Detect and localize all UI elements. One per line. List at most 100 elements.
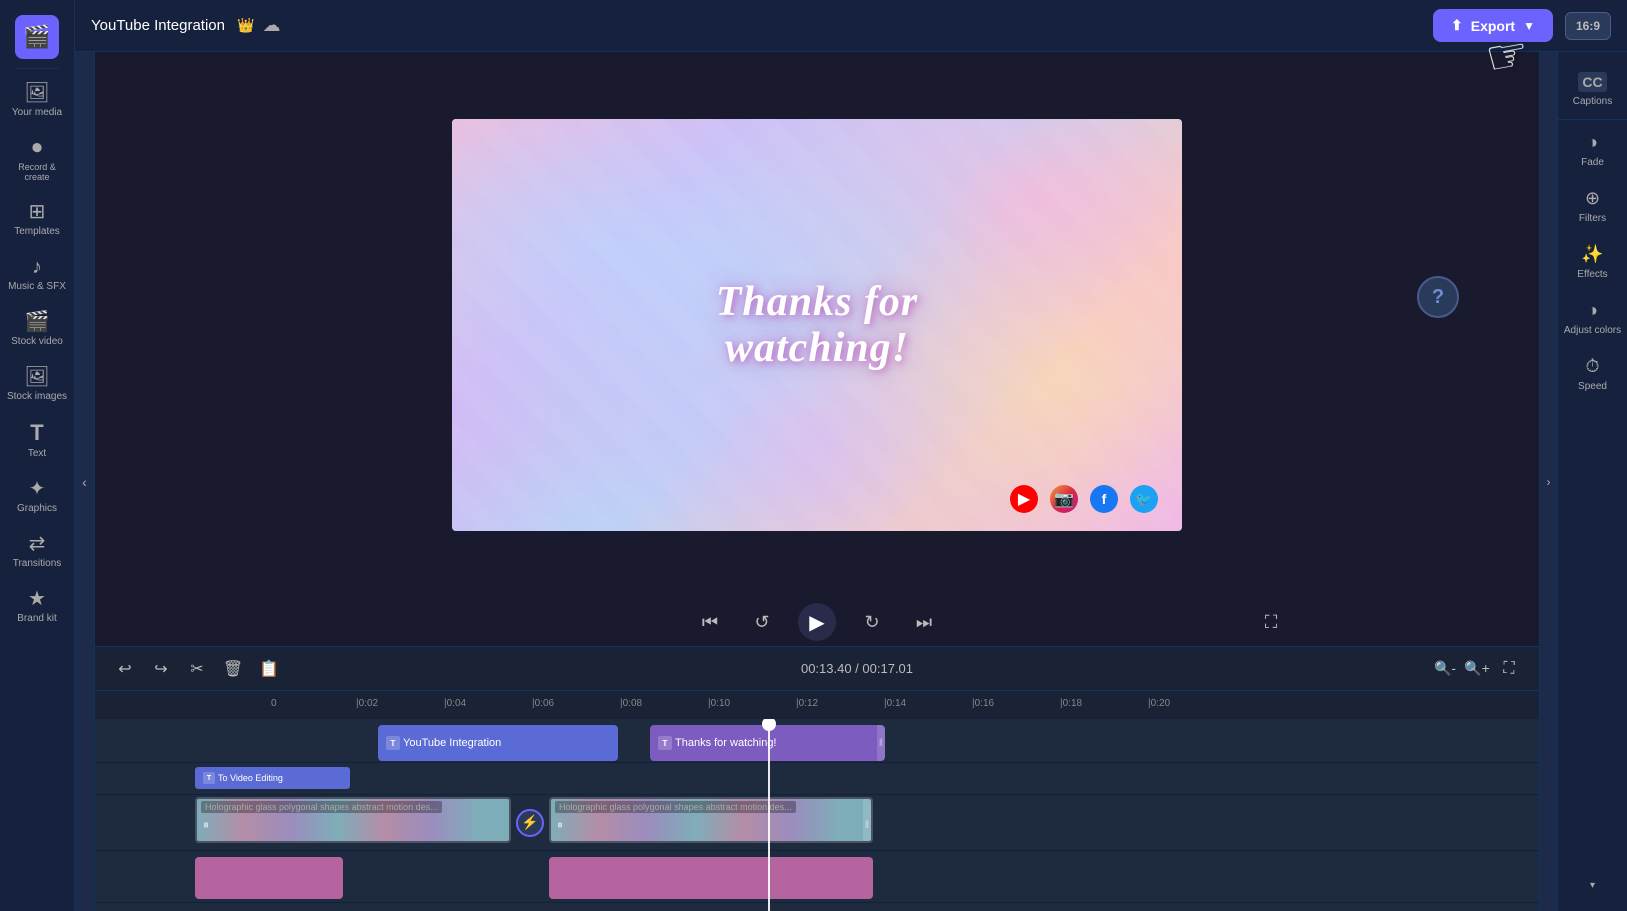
clip-label-2: Thanks for watching! <box>675 737 777 749</box>
track-row-text: T YouTube Integration T Thanks for watch… <box>95 719 1539 763</box>
main-area: YouTube Integration 👑 ☁ ⬆ Export ▼ ☞ 16:… <box>75 0 1627 911</box>
forward-5-button[interactable]: ↻ <box>856 606 888 638</box>
cloud-icon: ☁ <box>262 15 280 36</box>
aspect-ratio-badge[interactable]: 16:9 <box>1565 12 1611 40</box>
ruler-mark-0: 0 <box>271 698 356 713</box>
sidebar-label-music-sfx: Music & SFX <box>8 281 66 292</box>
redo-icon: ↪ <box>154 659 167 679</box>
effects-icon: ✨ <box>1581 244 1603 265</box>
export-up-icon: ⬆ <box>1451 17 1463 34</box>
zoom-in-button[interactable]: 🔍+ <box>1463 655 1491 683</box>
captions-label: Captions <box>1573 96 1612 107</box>
right-panel: CC Captions ◑ Fade ⊕ Filters ✨ Effects ◑… <box>1557 52 1627 911</box>
video-clip-1-label: Holographic glass polygonal shapes abstr… <box>201 801 442 813</box>
header-right: ⬆ Export ▼ ☞ 16:9 <box>1433 9 1611 42</box>
pause-icon-2: ⏸ <box>557 818 563 833</box>
skip-forward-button[interactable]: ⏭ <box>908 606 940 638</box>
undo-icon: ↩ <box>118 659 131 679</box>
forward-5-icon: ↻ <box>864 612 879 633</box>
sidebar-item-graphics[interactable]: ✦ Graphics <box>0 469 74 524</box>
sidebar-item-brand-kit[interactable]: ★ Brand kit <box>0 579 74 634</box>
ruler-marks: 0 |0:02 |0:04 |0:06 |0:08 |0:10 |0:12 |0… <box>271 698 1236 713</box>
facebook-icon: f <box>1090 485 1118 513</box>
track-row-pink <box>95 851 1539 903</box>
graphics-icon: ✦ <box>29 479 46 499</box>
clip-resize-handle[interactable]: ‖ <box>877 725 885 761</box>
collapse-left-button[interactable]: ‹ <box>75 52 95 911</box>
youtube-icon: ▶ <box>1010 485 1038 513</box>
fullscreen-icon: ⛶ <box>1265 612 1278 633</box>
right-panel-adjust-colors[interactable]: ◑ Adjust colors <box>1558 290 1627 346</box>
stock-video-icon: 🎬 <box>25 312 50 332</box>
right-panel-speed[interactable]: ⏱ Speed <box>1558 346 1627 402</box>
export-label: Export <box>1471 18 1515 34</box>
filters-label: Filters <box>1579 213 1606 224</box>
clip-label: YouTube Integration <box>403 737 501 749</box>
replay-5-button[interactable]: ↺ <box>746 606 778 638</box>
right-panel-effects[interactable]: ✨ Effects <box>1558 234 1627 290</box>
fade-label: Fade <box>1581 157 1604 168</box>
record-create-icon: ⏺ <box>32 138 42 158</box>
sidebar-item-templates[interactable]: ⊞ Templates <box>0 192 74 247</box>
right-panel-filters[interactable]: ⊕ Filters <box>1558 178 1627 234</box>
help-button[interactable]: ? <box>1417 276 1459 318</box>
transitions-icon: ⇄ <box>29 534 46 554</box>
track-row-overlay: T To Video Editing <box>95 763 1539 795</box>
sidebar-item-stock-video[interactable]: 🎬 Stock video <box>0 302 74 357</box>
right-panel-expand-down[interactable]: ▾ <box>1558 870 1627 901</box>
timeline-toolbar: ↩ ↪ ✂ 🗑 📋 00:13.40 / 00:17.01 <box>95 647 1539 691</box>
center-area: Thanks forwatching! Thanks forwatching! … <box>95 52 1539 911</box>
delete-button[interactable]: 🗑 <box>219 655 247 683</box>
effects-label: Effects <box>1577 269 1607 280</box>
track-row-video: Holographic glass polygonal shapes abstr… <box>95 795 1539 851</box>
video-clip-1[interactable]: Holographic glass polygonal shapes abstr… <box>195 797 511 843</box>
track-content-text: T YouTube Integration T Thanks for watch… <box>183 719 1539 762</box>
zoom-in-icon: 🔍+ <box>1464 660 1490 677</box>
sidebar-label-graphics: Graphics <box>17 503 57 514</box>
playback-controls: ⏮ ↺ ▶ ↻ ⏭ ⛶ <box>95 598 1539 646</box>
timeline-zoom-controls: 🔍- 🔍+ ⛶ <box>1431 655 1523 683</box>
clip-resize-handle-2[interactable]: ‖ <box>863 799 871 843</box>
redo-button[interactable]: ↪ <box>147 655 175 683</box>
sidebar-label-templates: Templates <box>14 226 60 237</box>
clip-video-editing[interactable]: T To Video Editing <box>195 767 350 789</box>
sidebar-item-transitions[interactable]: ⇄ Transitions <box>0 524 74 579</box>
zoom-out-button[interactable]: 🔍- <box>1431 655 1459 683</box>
adjust-colors-label: Adjust colors <box>1564 325 1621 336</box>
sidebar-item-your-media[interactable]: 🖼 Your media <box>0 73 74 128</box>
app-logo[interactable]: 🎬 <box>15 15 59 59</box>
sidebar-item-text[interactable]: T Text <box>0 412 74 469</box>
ruler-mark-02: |0:02 <box>356 698 444 713</box>
play-button[interactable]: ▶ <box>798 603 836 641</box>
expand-timeline-button[interactable]: ⛶ <box>1495 655 1523 683</box>
fade-icon: ◑ <box>1587 132 1598 153</box>
twitter-icon: 🐦 <box>1130 485 1158 513</box>
ruler-mark-18: |0:18 <box>1060 698 1148 713</box>
ruler-mark-08: |0:08 <box>620 698 708 713</box>
cut-button[interactable]: ✂ <box>183 655 211 683</box>
right-panel-captions[interactable]: CC Captions <box>1558 62 1627 117</box>
ruler-mark-06: |0:06 <box>532 698 620 713</box>
skip-back-button[interactable]: ⏮ <box>694 606 726 638</box>
video-clip-2[interactable]: Holographic glass polygonal shapes abstr… <box>549 797 873 843</box>
sidebar-label-brand-kit: Brand kit <box>17 613 56 624</box>
undo-button[interactable]: ↩ <box>111 655 139 683</box>
sidebar-item-record-create[interactable]: ⏺ Record & create <box>0 128 74 192</box>
timeline-ruler: 0 |0:02 |0:04 |0:06 |0:08 |0:10 |0:12 |0… <box>95 691 1539 719</box>
playhead[interactable] <box>769 719 771 903</box>
pink-clip-2[interactable] <box>549 857 873 899</box>
track-content-overlay: T To Video Editing <box>183 763 1539 794</box>
sidebar-item-music-sfx[interactable]: ♪ Music & SFX <box>0 247 74 302</box>
add-media-button[interactable]: 📋 <box>255 655 283 683</box>
video-canvas[interactable]: Thanks forwatching! Thanks forwatching! … <box>452 119 1182 531</box>
video-clip-2-label: Holographic glass polygonal shapes abstr… <box>555 801 796 813</box>
collapse-right-button[interactable]: › <box>1539 52 1557 911</box>
instagram-icon: 📷 <box>1050 485 1078 513</box>
clip-youtube-integration[interactable]: T YouTube Integration <box>378 725 618 761</box>
sidebar-item-stock-images[interactable]: 🖼 Stock images <box>0 357 74 412</box>
timeline-area: ↩ ↪ ✂ 🗑 📋 00:13.40 / 00:17.01 <box>95 646 1539 911</box>
fullscreen-button[interactable]: ⛶ <box>1255 606 1287 638</box>
export-button[interactable]: ⬆ Export ▼ <box>1433 9 1553 42</box>
pink-clip-1[interactable] <box>195 857 343 899</box>
right-panel-fade[interactable]: ◑ Fade <box>1558 122 1627 178</box>
